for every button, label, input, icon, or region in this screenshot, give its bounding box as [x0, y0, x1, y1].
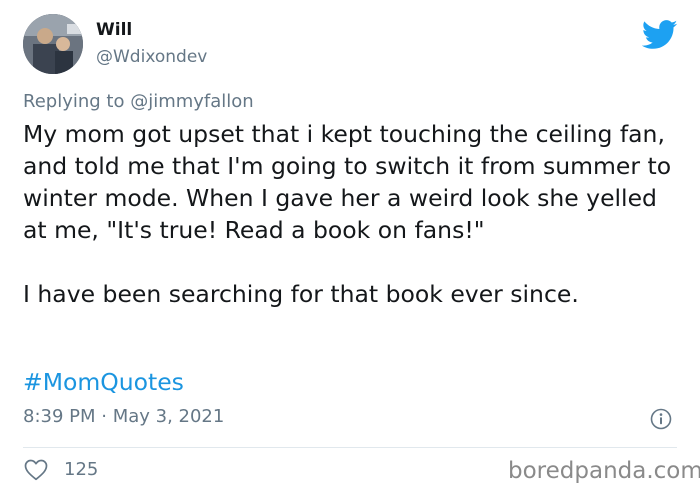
twitter-bird-icon[interactable] [642, 20, 678, 50]
reply-context: Replying to @jimmyfallon [23, 91, 254, 112]
reply-mention-link[interactable]: @jimmyfallon [130, 91, 254, 112]
tweet-paragraph: My mom got upset that i kept touching th… [23, 120, 672, 244]
tweet-card: Will @Wdixondev Replying to @jimmyfallon… [0, 0, 700, 500]
tweet-body: My mom got upset that i kept touching th… [23, 118, 683, 310]
reply-prefix: Replying to [23, 91, 131, 112]
like-count: 125 [64, 459, 99, 480]
info-icon[interactable] [650, 408, 672, 430]
hashtag-link[interactable]: #MomQuotes [23, 366, 184, 398]
tweet-timestamp[interactable]: 8:39 PM · May 3, 2021 [23, 406, 224, 427]
watermark: boredpanda.com [508, 458, 700, 484]
author-handle[interactable]: @Wdixondev [96, 47, 207, 67]
heart-icon[interactable] [24, 459, 48, 481]
tweet-paragraph: I have been searching for that book ever… [23, 280, 579, 308]
author-display-name[interactable]: Will [96, 20, 132, 40]
divider [23, 447, 677, 448]
avatar[interactable] [23, 14, 83, 74]
